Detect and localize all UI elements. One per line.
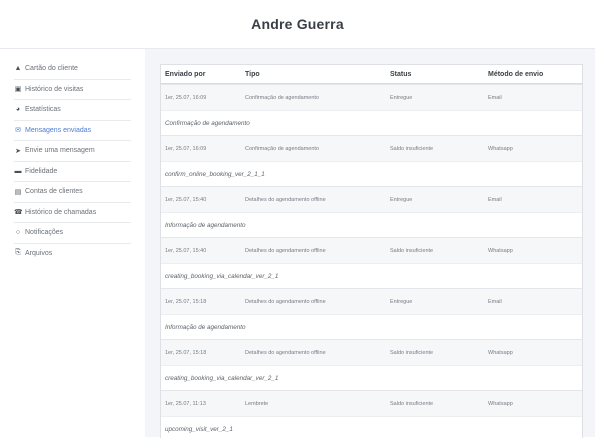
message-template-name: upcoming_visit_ver_2_1 bbox=[161, 416, 582, 438]
sidebar-item-label: Contas de clientes bbox=[25, 188, 83, 196]
sidebar-item-label: Histórico de chamadas bbox=[25, 208, 97, 216]
message-template-name: confirm_online_booking_ver_2_1_1 bbox=[161, 161, 582, 186]
sent-messages-table: Enviado por Tipo Status Método de envio … bbox=[160, 64, 583, 438]
cell-method: Whatsapp bbox=[488, 349, 513, 356]
message-template-name: creating_booking_via_calendar_ver_2_1 bbox=[161, 365, 582, 390]
sidebar-item-contas-de-clientes[interactable]: ▤ Contas de clientes bbox=[14, 182, 131, 203]
sidebar-item-mensagens-enviadas[interactable]: ✉ Mensagens enviadas bbox=[14, 121, 131, 141]
table-row[interactable]: 1er, 25.07, 11:13 Lembrete Saldo insuficie… bbox=[161, 390, 582, 416]
cell-type: Confirmação de agendamento bbox=[245, 94, 319, 101]
cell-type: Detalhes do agendamento offline bbox=[245, 349, 326, 356]
sidebar-item-historico-de-chamadas[interactable]: ☎ Histórico de chamadas bbox=[14, 203, 131, 223]
column-header-method[interactable]: Método de envio bbox=[484, 71, 582, 78]
table-row[interactable]: 1er, 25.07, 15:18 Detalhes do agendamento… bbox=[161, 288, 582, 314]
wallet-icon: ▤ bbox=[14, 188, 22, 196]
cell-type: Detalhes do agendamento offline bbox=[245, 196, 326, 203]
table-header: Enviado por Tipo Status Método de envio bbox=[161, 65, 582, 84]
sidebar-item-notificacoes[interactable]: ○ Notificações bbox=[14, 223, 131, 244]
sidebar-item-historico-de-visitas[interactable]: ▣ Histórico de visitas bbox=[14, 80, 131, 100]
cell-status: Saldo insuficiente bbox=[390, 400, 434, 407]
column-header-type[interactable]: Tipo bbox=[241, 71, 386, 78]
table-body: 1er, 25.07, 16:09 Confirmação de agendame… bbox=[161, 84, 582, 438]
main-area: ▲ Cartão do cliente ▣ Histórico de visitas ◕… bbox=[0, 49, 595, 438]
cell-date: 1er, 25.07, 15:40 bbox=[165, 247, 207, 254]
cell-date: 1er, 25.07, 15:18 bbox=[165, 349, 207, 356]
calendar-icon: ▣ bbox=[14, 86, 22, 94]
paperclip-icon: ⎘ bbox=[15, 249, 21, 257]
cell-type: Confirmação de agendamento bbox=[245, 145, 319, 152]
sidebar-menu: ▲ Cartão do cliente ▣ Histórico de visitas ◕… bbox=[0, 49, 145, 263]
cell-method: Whatsapp bbox=[488, 247, 513, 254]
sidebar-item-fidelidade[interactable]: ▬ Fidelidade bbox=[14, 162, 131, 182]
sidebar-item-label: Histórico de visitas bbox=[25, 85, 84, 93]
message-template-name: Informação de agendamento bbox=[161, 212, 582, 237]
message-template-name: creating_booking_via_calendar_ver_2_1 bbox=[161, 263, 582, 288]
sidebar: ▲ Cartão do cliente ▣ Histórico de visitas ◕… bbox=[0, 49, 145, 437]
table-row[interactable]: 1er, 25.07, 15:40 Detalhes do agendamento… bbox=[161, 237, 582, 263]
sidebar-item-label: Mensagens enviadas bbox=[25, 126, 92, 134]
cell-method: Email bbox=[488, 298, 502, 305]
cell-method: Whatsapp bbox=[488, 400, 513, 407]
cell-date: 1er, 25.07, 15:40 bbox=[165, 196, 207, 203]
envelope-icon: ✉ bbox=[15, 127, 21, 135]
phone-icon: ☎ bbox=[14, 209, 23, 217]
cell-method: Whatsapp bbox=[488, 145, 513, 152]
column-header-status[interactable]: Status bbox=[386, 71, 484, 78]
cell-status: Saldo insuficiente bbox=[390, 349, 434, 356]
card-icon: ▬ bbox=[14, 167, 22, 175]
pie-chart-icon: ◕ bbox=[15, 106, 21, 114]
message-template-name: Confirmação de agendamento bbox=[161, 110, 582, 135]
column-header-sent-by[interactable]: Enviado por bbox=[161, 71, 241, 78]
cell-status: Saldo insuficiente bbox=[390, 145, 434, 152]
message-template-name: Informação de agendamento bbox=[161, 314, 582, 339]
cell-status: Entregue bbox=[390, 94, 413, 101]
sidebar-item-label: Cartão do cliente bbox=[25, 65, 78, 73]
sidebar-item-label: Fidelidade bbox=[25, 167, 58, 175]
sidebar-item-estatisticas[interactable]: ◕ Estatísticas bbox=[14, 100, 131, 121]
client-name-title: Andre Guerra bbox=[251, 16, 344, 32]
sidebar-item-label: Estatísticas bbox=[25, 106, 61, 114]
cell-status: Entregue bbox=[390, 298, 413, 305]
table-row[interactable]: 1er, 25.07, 16:09 Confirmação de agendame… bbox=[161, 84, 582, 110]
table-row[interactable]: 1er, 25.07, 16:09 Confirmação de agendame… bbox=[161, 135, 582, 161]
sidebar-item-arquivos[interactable]: ⎘ Arquivos bbox=[14, 244, 131, 264]
user-icon: ▲ bbox=[14, 65, 22, 73]
sidebar-item-label: Notificações bbox=[25, 229, 64, 237]
cell-status: Saldo insuficiente bbox=[390, 247, 434, 254]
cell-type: Lembrete bbox=[245, 400, 269, 407]
table-row[interactable]: 1er, 25.07, 15:18 Detalhes do agendamento… bbox=[161, 339, 582, 365]
sidebar-item-label: Arquivos bbox=[25, 249, 53, 257]
cell-date: 1er, 25.07, 11:13 bbox=[165, 400, 206, 407]
paper-plane-icon: ➤ bbox=[15, 147, 21, 155]
cell-type: Detalhes do agendamento offline bbox=[245, 298, 326, 305]
cell-date: 1er, 25.07, 15:18 bbox=[165, 298, 207, 305]
cell-type: Detalhes do agendamento offline bbox=[245, 247, 326, 254]
cell-date: 1er, 25.07, 16:09 bbox=[165, 94, 207, 101]
chat-bubble-icon: ○ bbox=[15, 229, 21, 237]
cell-method: Email bbox=[488, 196, 502, 203]
sidebar-item-envie-uma-mensagem[interactable]: ➤ Envie uma mensagem bbox=[14, 141, 131, 162]
cell-date: 1er, 25.07, 16:09 bbox=[165, 145, 207, 152]
table-row[interactable]: 1er, 25.07, 15:40 Detalhes do agendamento… bbox=[161, 186, 582, 212]
sidebar-item-label: Envie uma mensagem bbox=[25, 147, 95, 155]
cell-status: Entregue bbox=[390, 196, 413, 203]
cell-method: Email bbox=[488, 94, 502, 101]
sidebar-item-cartao-do-cliente[interactable]: ▲ Cartão do cliente bbox=[14, 59, 131, 80]
page-header: Andre Guerra bbox=[0, 0, 595, 49]
